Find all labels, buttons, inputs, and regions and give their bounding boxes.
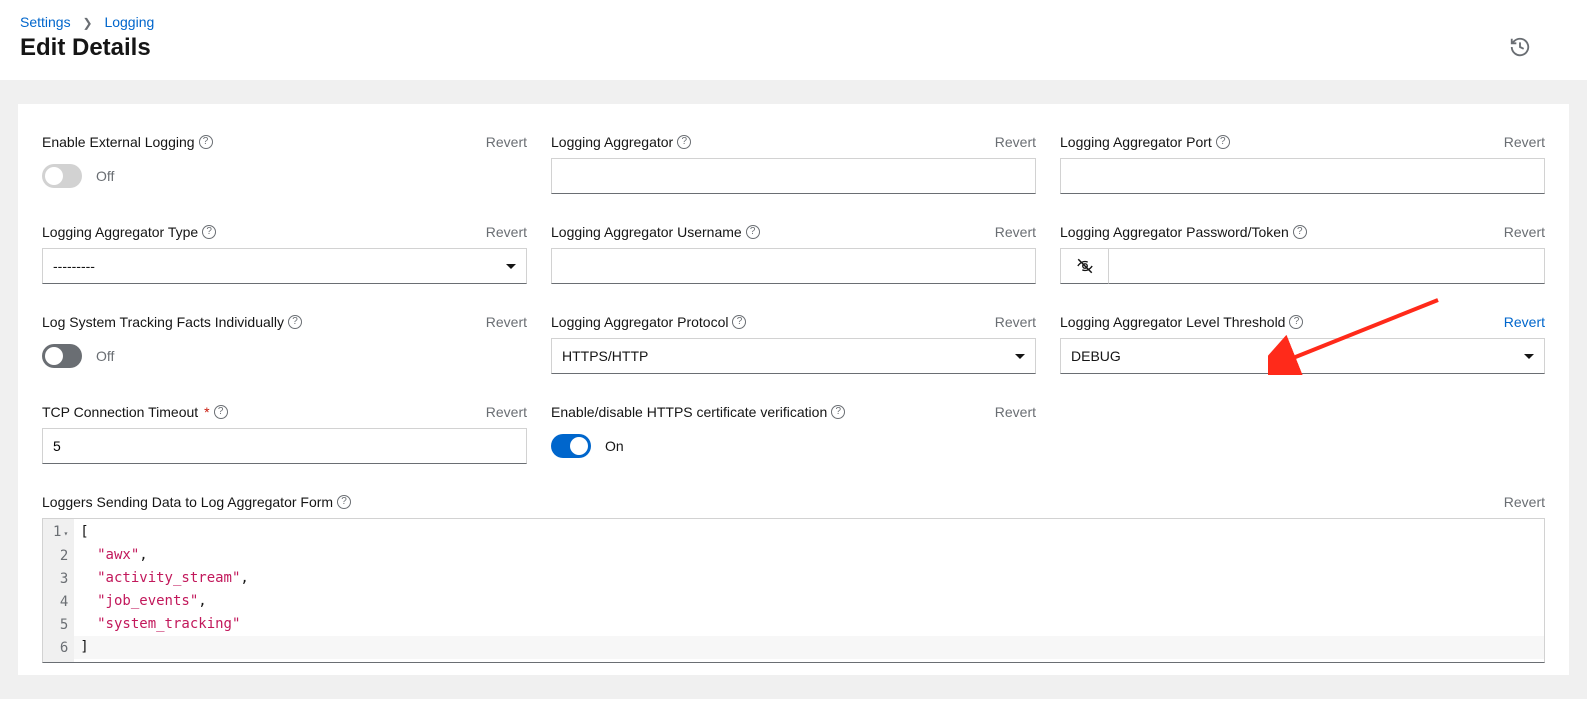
help-icon[interactable]: ?: [746, 225, 760, 239]
toggle-password-visibility[interactable]: [1060, 248, 1108, 284]
field-https-verify: Enable/disable HTTPS certificate verific…: [551, 402, 1036, 464]
field-aggregator-username: Logging Aggregator Username ? Revert: [551, 222, 1036, 284]
toggle-https-verify[interactable]: [551, 434, 591, 458]
label-password: Logging Aggregator Password/Token: [1060, 224, 1289, 240]
revert-username[interactable]: Revert: [995, 224, 1036, 240]
revert-protocol[interactable]: Revert: [995, 314, 1036, 330]
toggle-track-facts[interactable]: [42, 344, 82, 368]
input-username[interactable]: [551, 248, 1036, 284]
select-protocol[interactable]: HTTPS/HTTP: [551, 338, 1036, 374]
field-enable-external-logging: Enable External Logging ? Revert Off: [42, 132, 527, 194]
input-password[interactable]: [1108, 248, 1545, 284]
revert-loggers-form[interactable]: Revert: [1504, 494, 1545, 510]
select-type[interactable]: ---------: [42, 248, 527, 284]
select-level-value: DEBUG: [1071, 348, 1121, 364]
field-aggregator-type: Logging Aggregator Type ? Revert -------…: [42, 222, 527, 284]
revert-tcp-timeout[interactable]: Revert: [486, 404, 527, 420]
label-username: Logging Aggregator Username: [551, 224, 742, 240]
chevron-down-icon: [1015, 354, 1025, 359]
label-port: Logging Aggregator Port: [1060, 134, 1212, 150]
help-icon[interactable]: ?: [288, 315, 302, 329]
revert-https-verify[interactable]: Revert: [995, 404, 1036, 420]
help-icon[interactable]: ?: [1289, 315, 1303, 329]
breadcrumb: Settings ❯ Logging: [20, 14, 1567, 30]
label-type: Logging Aggregator Type: [42, 224, 198, 240]
label-level: Logging Aggregator Level Threshold: [1060, 314, 1285, 330]
toggle-status-enable-external: Off: [96, 168, 114, 184]
help-icon[interactable]: ?: [337, 495, 351, 509]
field-loggers-form: Loggers Sending Data to Log Aggregator F…: [42, 492, 1545, 663]
help-icon[interactable]: ?: [199, 135, 213, 149]
revert-aggregator[interactable]: Revert: [995, 134, 1036, 150]
help-icon[interactable]: ?: [732, 315, 746, 329]
chevron-down-icon: [506, 264, 516, 269]
help-icon[interactable]: ?: [214, 405, 228, 419]
help-icon[interactable]: ?: [831, 405, 845, 419]
code-gutter: 123456: [43, 519, 74, 662]
revert-port[interactable]: Revert: [1504, 134, 1545, 150]
field-logging-aggregator: Logging Aggregator ? Revert: [551, 132, 1036, 194]
revert-enable-external[interactable]: Revert: [486, 134, 527, 150]
input-tcp-timeout[interactable]: [42, 428, 527, 464]
help-icon[interactable]: ?: [202, 225, 216, 239]
input-port[interactable]: [1060, 158, 1545, 194]
toggle-status-https-verify: On: [605, 438, 624, 454]
help-icon[interactable]: ?: [1293, 225, 1307, 239]
input-aggregator[interactable]: [551, 158, 1036, 194]
select-level[interactable]: DEBUG: [1060, 338, 1545, 374]
revert-level[interactable]: Revert: [1504, 314, 1545, 330]
code-editor-loggers[interactable]: 123456 [ "awx", "activity_stream", "job_…: [42, 518, 1545, 663]
field-logging-aggregator-port: Logging Aggregator Port ? Revert: [1060, 132, 1545, 194]
revert-track-facts[interactable]: Revert: [486, 314, 527, 330]
field-empty-cell: [1060, 402, 1545, 464]
page-title: Edit Details: [20, 34, 151, 62]
history-icon[interactable]: [1509, 36, 1567, 61]
select-protocol-value: HTTPS/HTTP: [562, 348, 648, 364]
field-aggregator-password: Logging Aggregator Password/Token ? Reve…: [1060, 222, 1545, 284]
label-loggers-form: Loggers Sending Data to Log Aggregator F…: [42, 494, 333, 510]
eye-slash-icon: [1076, 257, 1094, 275]
chevron-down-icon: [1524, 354, 1534, 359]
field-protocol: Logging Aggregator Protocol ? Revert HTT…: [551, 312, 1036, 374]
help-icon[interactable]: ?: [677, 135, 691, 149]
label-https-verify: Enable/disable HTTPS certificate verific…: [551, 404, 827, 420]
label-tcp-timeout: TCP Connection Timeout: [42, 404, 198, 420]
field-level-threshold: Logging Aggregator Level Threshold ? Rev…: [1060, 312, 1545, 374]
select-type-value: ---------: [53, 258, 95, 274]
breadcrumb-separator-icon: ❯: [82, 16, 92, 30]
breadcrumb-logging[interactable]: Logging: [104, 14, 154, 30]
label-aggregator: Logging Aggregator: [551, 134, 673, 150]
label-track-facts: Log System Tracking Facts Individually: [42, 314, 284, 330]
toggle-enable-external[interactable]: [42, 164, 82, 188]
label-protocol: Logging Aggregator Protocol: [551, 314, 728, 330]
code-body[interactable]: [ "awx", "activity_stream", "job_events"…: [74, 519, 1544, 662]
revert-password[interactable]: Revert: [1504, 224, 1545, 240]
field-tcp-timeout: TCP Connection Timeout * ? Revert: [42, 402, 527, 464]
help-icon[interactable]: ?: [1216, 135, 1230, 149]
field-track-facts: Log System Tracking Facts Individually ?…: [42, 312, 527, 374]
required-indicator: *: [204, 404, 209, 420]
toggle-status-track-facts: Off: [96, 348, 114, 364]
revert-type[interactable]: Revert: [486, 224, 527, 240]
label-enable-external: Enable External Logging: [42, 134, 195, 150]
breadcrumb-settings[interactable]: Settings: [20, 14, 71, 30]
